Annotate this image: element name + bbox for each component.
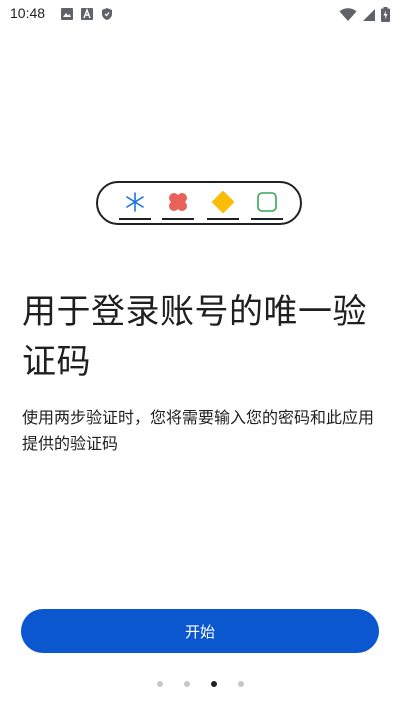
code-slot-underline [119,218,151,220]
status-notification-icons [60,7,114,21]
code-illustration [96,181,302,225]
cellular-signal-icon [363,8,375,21]
page-dot-2 [183,681,190,687]
red-clover-icon [169,193,187,211]
page-description: 使用两步验证时，您将需要输入您的密码和此应用提供的验证码 [22,408,375,453]
code-slot-3 [207,190,239,220]
image-icon [61,8,73,20]
code-slot-4 [251,190,283,220]
page-indicator [0,681,400,687]
code-slot-underline [162,218,194,220]
yellow-diamond-icon [212,191,234,213]
shield-icon [102,8,112,20]
page-title: 用于登录账号的唯一验证码 [22,292,367,382]
status-time: 10:48 [10,5,46,21]
code-slot-underline [251,218,283,220]
status-system-icons [339,7,390,22]
page-dot-1 [156,681,163,687]
page-dot-4 [237,681,244,687]
asterisk-icon [126,192,144,212]
a-letter-icon [81,8,93,20]
code-slot-1 [119,190,151,220]
code-slot-underline [207,218,239,220]
green-rounded-square-icon [257,192,277,212]
status-bar: 10:48 [0,0,400,28]
wifi-icon [339,7,357,21]
code-slot-2 [162,190,194,220]
start-button[interactable]: 开始 [21,609,379,653]
battery-charging-icon [381,7,390,22]
page-dot-3 [210,681,217,687]
